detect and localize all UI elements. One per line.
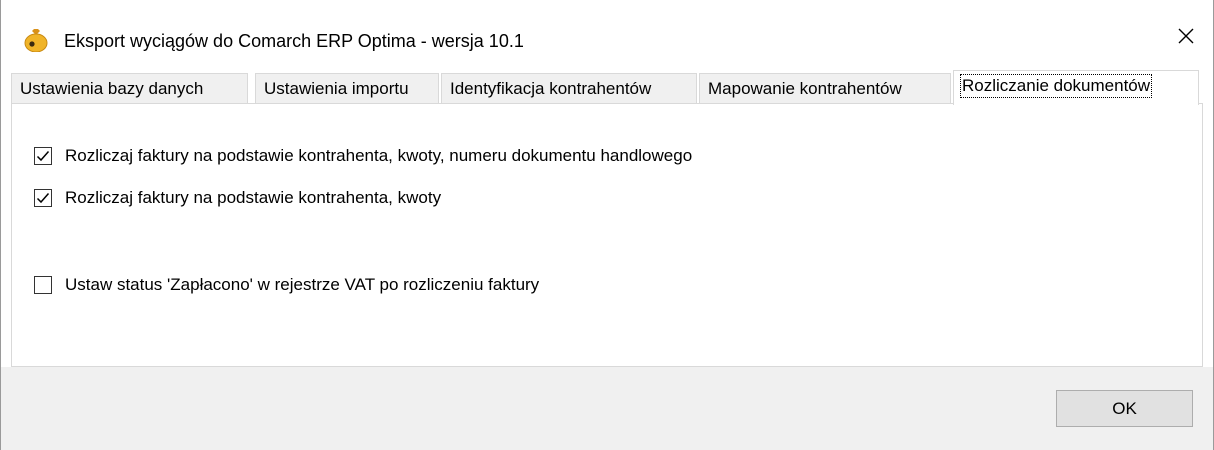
option-label: Rozliczaj faktury na podstawie kontrahen… — [65, 146, 693, 165]
tab-label: Ustawienia importu — [264, 79, 409, 98]
checkmark-icon — [36, 151, 50, 162]
checkmark-icon — [36, 193, 50, 204]
option-settle-by-contractor-amount[interactable]: Rozliczaj faktury na podstawie kontrahen… — [34, 188, 441, 208]
checkbox-checked[interactable] — [34, 147, 52, 165]
money-bag-icon — [23, 26, 49, 53]
tab-import-settings[interactable]: Ustawienia importu — [255, 73, 439, 104]
tab-label: Rozliczanie dokumentów — [960, 74, 1153, 98]
tab-label: Ustawienia bazy danych — [20, 79, 204, 98]
checkbox-checked[interactable] — [34, 189, 52, 207]
tab-strip: Ustawienia bazy danych Ustawienia import… — [11, 70, 1203, 105]
bottom-panel: OK — [1, 367, 1213, 450]
option-label: Ustaw status 'Zapłacono' w rejestrze VAT… — [65, 275, 540, 294]
tab-page-document-settlement: Rozliczaj faktury na podstawie kontrahen… — [11, 103, 1203, 367]
tab-database-settings[interactable]: Ustawienia bazy danych — [11, 73, 248, 104]
window-title: Eksport wyciągów do Comarch ERP Optima -… — [64, 31, 524, 51]
tab-label: Mapowanie kontrahentów — [708, 79, 902, 98]
tab-label: Identyfikacja kontrahentów — [450, 79, 652, 98]
title-bar[interactable]: Eksport wyciągów do Comarch ERP Optima -… — [1, 0, 1213, 68]
ok-button[interactable]: OK — [1056, 390, 1193, 427]
option-set-paid-status[interactable]: Ustaw status 'Zapłacono' w rejestrze VAT… — [34, 275, 539, 295]
tab-contractor-identification[interactable]: Identyfikacja kontrahentów — [441, 73, 697, 104]
tab-contractor-mapping[interactable]: Mapowanie kontrahentów — [699, 73, 951, 104]
dialog-window: Eksport wyciągów do Comarch ERP Optima -… — [0, 0, 1214, 450]
close-button[interactable] — [1159, 16, 1213, 60]
option-settle-by-contractor-amount-number[interactable]: Rozliczaj faktury na podstawie kontrahen… — [34, 146, 692, 166]
option-label: Rozliczaj faktury na podstawie kontrahen… — [65, 188, 442, 207]
close-icon — [1177, 27, 1195, 50]
checkbox-unchecked[interactable] — [34, 276, 52, 294]
tab-document-settlement[interactable]: Rozliczanie dokumentów — [953, 70, 1199, 105]
